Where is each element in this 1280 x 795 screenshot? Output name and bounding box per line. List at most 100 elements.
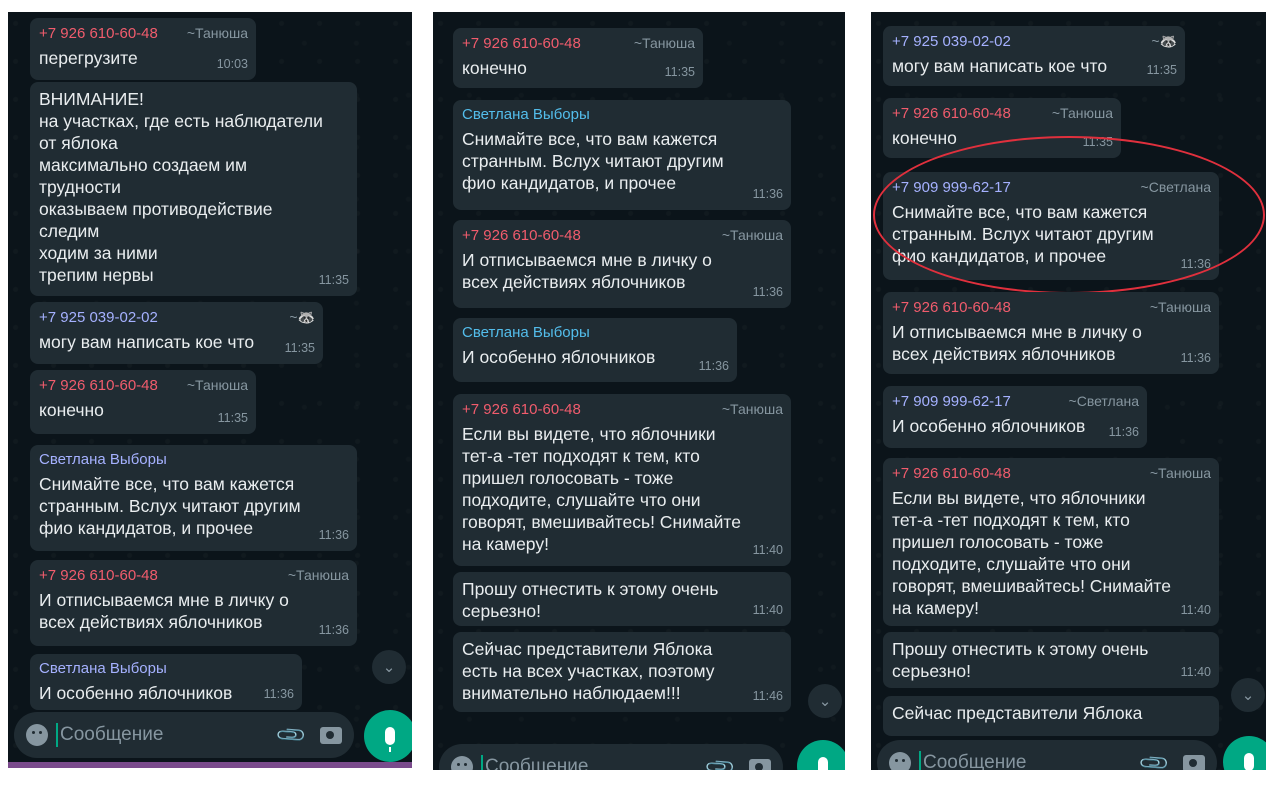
message-bubble[interactable]: +7 925 039-02-02 ~🦝 могу вам написать ко… <box>883 26 1185 86</box>
scroll-down-button[interactable]: ⌄ <box>372 650 406 684</box>
message-sender: +7 926 610-60-48 ~Танюша <box>892 104 1113 123</box>
sender-alias: ~Танюша <box>287 567 349 583</box>
message-bubble[interactable]: Светлана Выборы И особенно яблочников 11… <box>453 318 737 382</box>
message-time: 11:36 <box>263 687 294 701</box>
camera-icon[interactable] <box>1183 754 1205 770</box>
sender-alias: ~Танюша <box>186 377 248 393</box>
message-bubble[interactable]: Прошу отнестить к этому очень серьезно! … <box>453 572 791 626</box>
message-input[interactable]: Сообщение <box>485 756 708 770</box>
message-input[interactable]: Сообщение <box>923 752 1142 770</box>
message-time: 10:03 <box>216 57 248 71</box>
message-text: И отписываемся мне в личку о всех действ… <box>892 322 1142 364</box>
sender-phone[interactable]: +7 926 610-60-48 <box>462 35 581 53</box>
chevron-double-down-icon: ⌄ <box>818 693 832 710</box>
sender-alias: ~Танюша <box>1149 299 1211 315</box>
sender-phone[interactable]: +7 926 610-60-48 <box>39 25 158 43</box>
message-text: могу вам написать кое что <box>892 56 1108 76</box>
message-input-bar[interactable]: Сообщение 📎 <box>14 712 354 758</box>
message-time: 11:36 <box>318 528 349 542</box>
message-bubble[interactable]: +7 926 610-60-48 ~Танюша Если вы видете,… <box>883 458 1219 626</box>
message-bubble[interactable]: Сейчас представители Яблока <box>883 696 1219 736</box>
message-text: И особенно яблочников <box>462 347 656 367</box>
camera-icon[interactable] <box>320 726 342 744</box>
emoji-icon[interactable] <box>451 756 473 770</box>
message-bubble[interactable]: Прошу отнестить к этому очень серьезно! … <box>883 632 1219 688</box>
camera-icon[interactable] <box>749 758 771 770</box>
message-bubble[interactable]: +7 926 610-60-48 ~Танюша перегрузите 10:… <box>30 18 256 80</box>
message-text: И отписываемся мне в личку о всех действ… <box>39 590 289 632</box>
message-bubble[interactable]: Светлана Выборы Снимайте все, что вам ка… <box>453 100 791 210</box>
emoji-icon[interactable] <box>889 752 911 770</box>
sender-name[interactable]: Светлана Выборы <box>39 451 167 469</box>
message-input[interactable]: Сообщение <box>60 724 279 746</box>
message-bubble[interactable]: +7 926 610-60-48 ~Танюша И отписываемся … <box>883 292 1219 374</box>
message-text: конечно <box>462 58 527 78</box>
message-sender: +7 926 610-60-48 ~Танюша <box>462 226 783 245</box>
scroll-down-button[interactable]: ⌄ <box>1231 678 1265 712</box>
sender-alias: ~Танюша <box>633 35 695 51</box>
sender-phone[interactable]: +7 926 610-60-48 <box>39 377 158 395</box>
sender-phone[interactable]: +7 925 039-02-02 <box>39 309 158 327</box>
bottom-strip <box>8 762 412 768</box>
message-time: 11:35 <box>318 273 349 287</box>
sender-name[interactable]: Светлана Выборы <box>462 106 590 124</box>
sender-phone[interactable]: +7 926 610-60-48 <box>462 401 581 419</box>
message-text: Прошу отнестить к этому очень серьезно! <box>892 639 1149 681</box>
sender-alias: ~Танюша <box>1051 105 1113 121</box>
emoji-icon[interactable] <box>26 724 48 746</box>
message-bubble[interactable]: +7 909 999-62-17 ~Светлана И особенно яб… <box>883 386 1147 448</box>
attach-icon[interactable]: 📎 <box>1137 745 1172 770</box>
message-text: ВНИМАНИЕ! на участках, где есть наблюдат… <box>39 89 323 285</box>
message-bubble[interactable]: Сейчас представители Яблока есть на всех… <box>453 632 791 712</box>
message-input-bar[interactable]: Сообщение 📎 <box>877 740 1217 770</box>
sender-phone[interactable]: +7 909 999-62-17 <box>892 393 1011 411</box>
message-time: 11:40 <box>1180 665 1211 679</box>
sender-phone[interactable]: +7 926 610-60-48 <box>39 567 158 585</box>
sender-phone[interactable]: +7 926 610-60-48 <box>462 227 581 245</box>
message-time: 11:36 <box>318 623 349 637</box>
message-bubble[interactable]: ВНИМАНИЕ! на участках, где есть наблюдат… <box>30 82 357 296</box>
sender-alias: ~Танюша <box>186 25 248 41</box>
sender-alias: ~Танюша <box>721 401 783 417</box>
message-bubble[interactable]: +7 926 610-60-48 ~Танюша конечно 11:35 <box>30 370 256 434</box>
message-bubble[interactable]: +7 926 610-60-48 ~Танюша И отписываемся … <box>453 220 791 308</box>
message-text: Прошу отнестить к этому очень серьезно! <box>462 579 719 621</box>
message-text: могу вам написать кое что <box>39 332 255 352</box>
message-bubble[interactable]: +7 926 610-60-48 ~Танюша И отписываемся … <box>30 560 357 646</box>
mic-icon <box>385 727 395 752</box>
message-text: И отписываемся мне в личку о всех действ… <box>462 250 712 292</box>
mic-icon <box>818 757 828 770</box>
text-cursor <box>56 723 58 747</box>
sender-alias: ~Танюша <box>721 227 783 243</box>
sender-name[interactable]: Светлана Выборы <box>39 660 167 678</box>
sender-name[interactable]: Светлана Выборы <box>462 324 590 342</box>
message-bubble[interactable]: +7 925 039-02-02 ~🦝 могу вам написать ко… <box>30 302 323 364</box>
message-time: 11:35 <box>1146 63 1177 77</box>
sender-phone[interactable]: +7 925 039-02-02 <box>892 33 1011 51</box>
message-text: Снимайте все, что вам кажется странным. … <box>39 474 301 538</box>
sender-phone[interactable]: +7 926 610-60-48 <box>892 105 1011 123</box>
sender-alias: ~🦝 <box>289 309 315 325</box>
voice-message-button[interactable] <box>364 710 412 762</box>
attach-icon[interactable]: 📎 <box>703 749 738 770</box>
message-bubble[interactable]: Светлана Выборы Снимайте все, что вам ка… <box>30 445 357 551</box>
sender-alias: ~🦝 <box>1151 33 1177 49</box>
message-bubble[interactable]: Светлана Выборы И особенно яблочников 11… <box>30 654 302 710</box>
sender-phone[interactable]: +7 926 610-60-48 <box>892 299 1011 317</box>
message-time: 11:40 <box>752 603 783 617</box>
message-sender: +7 926 610-60-48 ~Танюша <box>462 34 695 53</box>
message-input-bar[interactable]: Сообщение 📎 <box>439 744 783 770</box>
attach-icon[interactable]: 📎 <box>274 717 309 752</box>
message-text: Если вы видете, что яблочники тет-а -тет… <box>892 488 1171 618</box>
message-time: 11:36 <box>698 359 729 373</box>
message-sender: +7 926 610-60-48 ~Танюша <box>39 376 248 395</box>
sender-phone[interactable]: +7 926 610-60-48 <box>892 465 1011 483</box>
chat-screenshot-1: +7 926 610-60-48 ~Танюша перегрузите 10:… <box>8 12 412 768</box>
message-bubble[interactable]: +7 926 610-60-48 ~Танюша конечно 11:35 <box>453 28 703 88</box>
chat-screenshot-2: +7 926 610-60-48 ~Танюша конечно 11:35 С… <box>433 12 845 770</box>
scroll-down-button[interactable]: ⌄ <box>808 684 842 718</box>
message-time: 11:35 <box>217 411 248 425</box>
text-cursor <box>481 755 483 770</box>
message-text: Сейчас представители Яблока <box>892 703 1143 723</box>
message-bubble[interactable]: +7 926 610-60-48 ~Танюша Если вы видете,… <box>453 394 791 566</box>
